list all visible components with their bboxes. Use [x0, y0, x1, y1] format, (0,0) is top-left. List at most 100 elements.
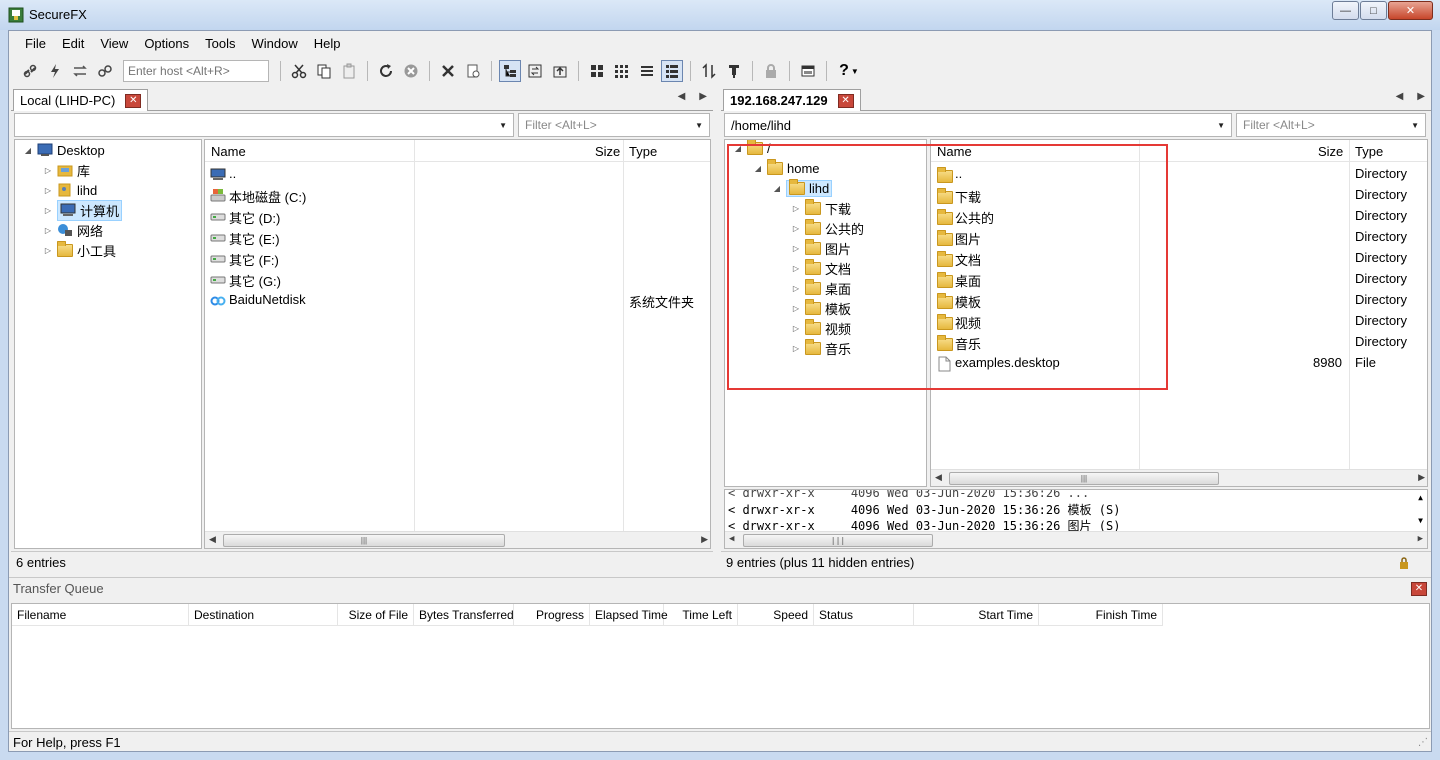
paste-icon[interactable]: [338, 60, 360, 82]
column-status[interactable]: Status: [814, 604, 914, 626]
list-item[interactable]: BaiduNetdisk 系统文件夹: [205, 290, 710, 311]
large-icons-icon[interactable]: [586, 60, 608, 82]
local-horizontal-scrollbar[interactable]: ◀ ||| ▶: [205, 531, 710, 548]
scroll-right-icon[interactable]: ▶: [701, 534, 708, 545]
column-type[interactable]: Type: [629, 144, 657, 159]
column-size[interactable]: Size: [1318, 144, 1343, 159]
refresh-icon[interactable]: [375, 60, 397, 82]
tab-scroll-right-icon[interactable]: ▶: [699, 91, 707, 102]
transfer-queue-list[interactable]: Filename Destination Size of File Bytes …: [11, 603, 1430, 729]
tree-view-icon[interactable]: [499, 60, 521, 82]
tab-local[interactable]: Local (LIHD-PC) ✕: [13, 89, 149, 111]
transfer-icon[interactable]: [698, 60, 720, 82]
column-speed[interactable]: Speed: [738, 604, 814, 626]
scroll-right-icon[interactable]: ▶: [1418, 534, 1423, 544]
menu-tools[interactable]: Tools: [197, 36, 243, 51]
resize-grip-icon[interactable]: ⋰: [1418, 737, 1428, 748]
tab-remote[interactable]: 192.168.247.129 ✕: [723, 89, 861, 111]
chevron-down-icon[interactable]: ▼: [1411, 121, 1419, 130]
session-icon[interactable]: [797, 60, 819, 82]
parent-dir-icon[interactable]: [549, 60, 571, 82]
list-item[interactable]: ..: [205, 164, 710, 185]
column-size-of-file[interactable]: Size of File: [338, 604, 414, 626]
column-finish-time[interactable]: Finish Time: [1039, 604, 1163, 626]
menu-help[interactable]: Help: [306, 36, 349, 51]
cut-icon[interactable]: [288, 60, 310, 82]
tab-scroll-right-icon[interactable]: ▶: [1417, 91, 1425, 102]
list-view-icon[interactable]: [636, 60, 658, 82]
list-item[interactable]: 其它 (D:): [205, 206, 710, 227]
column-type[interactable]: Type: [1355, 144, 1383, 159]
column-bytes-transferred[interactable]: Bytes Transferred: [414, 604, 514, 626]
local-folder-tree[interactable]: ◢ Desktop ▷ 库 ▷ lihd ▷ 计算机 ▷ 网络 ▷ 小工具: [14, 139, 202, 549]
list-item[interactable]: 其它 (E:): [205, 227, 710, 248]
tab-scroll-left-icon[interactable]: ◀: [678, 91, 686, 102]
delete-icon[interactable]: [437, 60, 459, 82]
details-view-icon[interactable]: [661, 60, 683, 82]
log-horizontal-scrollbar[interactable]: ◀ ||| ▶: [725, 531, 1427, 548]
scrollbar-thumb[interactable]: |||: [949, 472, 1219, 485]
filter-icon[interactable]: [723, 60, 745, 82]
minimize-button[interactable]: —: [1332, 1, 1359, 20]
menu-file[interactable]: File: [17, 36, 54, 51]
scroll-right-icon[interactable]: ▶: [1418, 472, 1425, 483]
reconnect-icon[interactable]: [69, 60, 91, 82]
copy-icon[interactable]: [313, 60, 335, 82]
list-item[interactable]: 其它 (F:): [205, 248, 710, 269]
maximize-button[interactable]: □: [1360, 1, 1387, 20]
lock-icon[interactable]: [760, 60, 782, 82]
local-path-combo[interactable]: ▼: [14, 113, 514, 137]
chevron-down-icon[interactable]: ▼: [1217, 121, 1225, 130]
tree-item-network[interactable]: ▷ 网络: [43, 220, 103, 240]
tree-item-desktop[interactable]: ◢ Desktop: [23, 140, 105, 160]
column-progress[interactable]: Progress: [514, 604, 590, 626]
host-input[interactable]: [123, 60, 269, 82]
remote-filter-input[interactable]: Filter <Alt+L> ▼: [1236, 113, 1426, 137]
scroll-left-icon[interactable]: ◀: [935, 472, 942, 483]
remote-log-window[interactable]: < drwxr-xr-x 4096 Wed 03-Jun-2020 15:36:…: [724, 489, 1428, 549]
tab-scroll-left-icon[interactable]: ◀: [1396, 91, 1404, 102]
local-file-list[interactable]: Name Size Type .. 本地磁盘 (C:) 其它 (D:) 其它 (…: [204, 139, 711, 549]
log-line: < drwxr-xr-x 4096 Wed 03-Jun-2020 15:36:…: [728, 503, 1121, 517]
menu-options[interactable]: Options: [136, 36, 197, 51]
synchronize-icon[interactable]: [524, 60, 546, 82]
stop-icon[interactable]: [400, 60, 422, 82]
list-item[interactable]: 其它 (G:): [205, 269, 710, 290]
scroll-left-icon[interactable]: ◀: [209, 534, 216, 545]
list-item[interactable]: 本地磁盘 (C:): [205, 185, 710, 206]
disconnect-icon[interactable]: [94, 60, 116, 82]
column-elapsed-time[interactable]: Elapsed Time: [590, 604, 668, 626]
column-filename[interactable]: Filename: [12, 604, 189, 626]
scroll-up-icon[interactable]: ▲: [1418, 493, 1423, 502]
tree-item-gadgets[interactable]: ▷ 小工具: [43, 240, 116, 260]
scrollbar-thumb[interactable]: |||: [743, 534, 933, 547]
column-name[interactable]: Name: [211, 144, 246, 159]
remote-path-combo[interactable]: /home/lihd ▼: [724, 113, 1232, 137]
column-size[interactable]: Size: [595, 144, 620, 159]
scroll-down-icon[interactable]: ▼: [1418, 516, 1423, 525]
close-queue-icon[interactable]: ✕: [1411, 582, 1427, 596]
local-filter-input[interactable]: Filter <Alt+L> ▼: [518, 113, 710, 137]
chevron-down-icon[interactable]: ▼: [695, 121, 703, 130]
column-time-left[interactable]: Time Left: [664, 604, 738, 626]
quick-connect-icon[interactable]: [44, 60, 66, 82]
menu-edit[interactable]: Edit: [54, 36, 92, 51]
close-button[interactable]: ✕: [1388, 1, 1433, 20]
close-tab-icon[interactable]: ✕: [837, 93, 854, 108]
close-tab-icon[interactable]: ✕: [125, 93, 142, 108]
menu-view[interactable]: View: [92, 36, 136, 51]
remote-horizontal-scrollbar[interactable]: ◀ ||| ▶: [931, 469, 1427, 486]
tree-item-user[interactable]: ▷ lihd: [43, 180, 97, 200]
chevron-down-icon[interactable]: ▼: [499, 121, 507, 130]
scroll-left-icon[interactable]: ◀: [729, 534, 734, 544]
small-icons-icon[interactable]: [611, 60, 633, 82]
help-icon[interactable]: ? ▼: [834, 60, 864, 82]
scrollbar-thumb[interactable]: |||: [223, 534, 505, 547]
column-start-time[interactable]: Start Time: [914, 604, 1039, 626]
menu-window[interactable]: Window: [243, 36, 305, 51]
properties-icon[interactable]: [462, 60, 484, 82]
tree-item-library[interactable]: ▷ 库: [43, 160, 90, 180]
tree-item-computer[interactable]: ▷ 计算机: [43, 199, 123, 221]
connect-icon[interactable]: [19, 60, 41, 82]
column-destination[interactable]: Destination: [189, 604, 338, 626]
